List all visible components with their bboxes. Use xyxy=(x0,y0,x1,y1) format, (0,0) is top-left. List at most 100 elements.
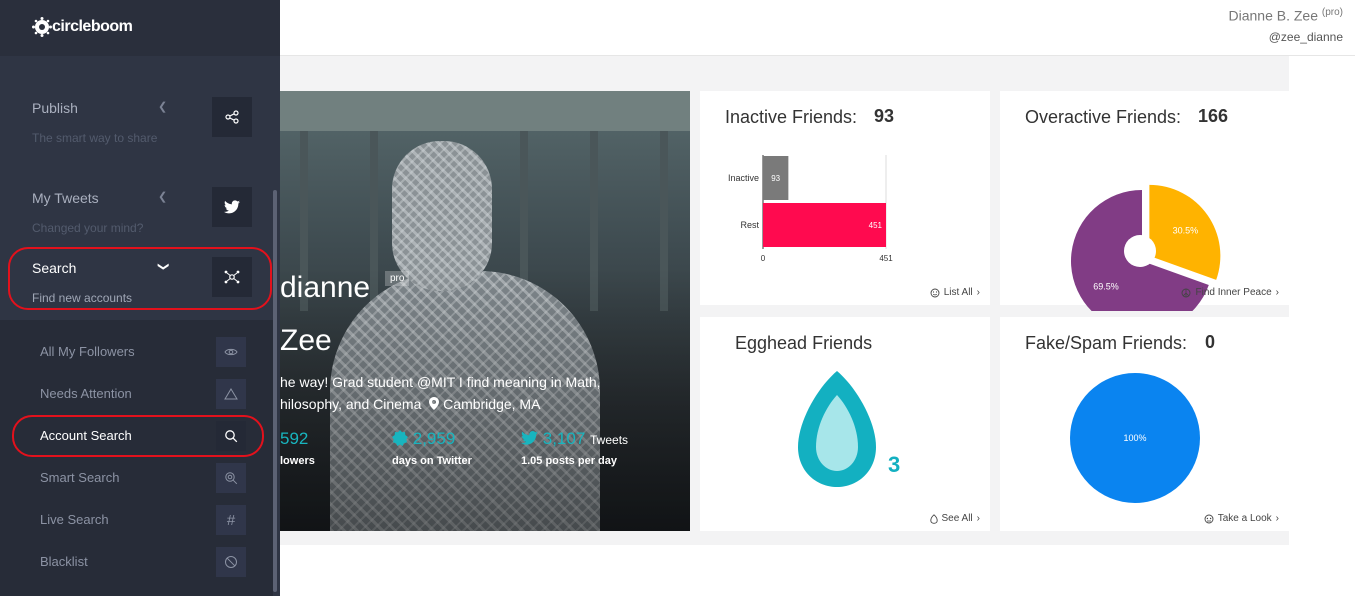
submenu-item-live-search[interactable]: Live Search # xyxy=(0,503,272,537)
submenu-label: Live Search xyxy=(40,512,109,527)
see-all-link[interactable]: See All › xyxy=(929,513,980,524)
egghead-count: 3 xyxy=(888,452,901,477)
submenu-label: Smart Search xyxy=(40,470,120,485)
location-pin-icon xyxy=(429,397,440,410)
profile-card: dianne pro Zee he way! Grad student @MIT… xyxy=(280,91,690,531)
logo-text: circleboom xyxy=(52,18,133,35)
link-label: List All xyxy=(943,287,973,298)
link-label: See All xyxy=(941,513,973,524)
network-icon-button[interactable] xyxy=(212,257,252,297)
card-title: Egghead Friends xyxy=(735,333,873,353)
take-a-look-link[interactable]: Take a Look › xyxy=(1204,513,1279,524)
fake-spam-friends-card: Fake/Spam Friends: 0 100% Take a Look › xyxy=(1000,317,1289,531)
warning-icon xyxy=(216,379,246,409)
submenu-label: Account Search xyxy=(40,428,132,443)
days-count: 2,959 xyxy=(412,429,456,448)
submenu-item-blacklist[interactable]: Blacklist xyxy=(0,545,272,579)
slice-label: 69.5% xyxy=(1093,281,1119,291)
bio-line: hilosophy, and Cinema Cambridge, MA xyxy=(280,393,640,415)
user-name[interactable]: Dianne B. Zee (pro) xyxy=(1228,7,1343,24)
submenu-item-needs-attention[interactable]: Needs Attention xyxy=(0,377,272,411)
category-label: Rest xyxy=(740,220,759,230)
days-label: days on Twitter xyxy=(392,455,472,467)
tweets-count: 3,107 xyxy=(542,429,586,448)
menu-section-publish[interactable]: Publish ❮ The smart way to share xyxy=(0,97,272,170)
chevron-left-icon: ❮ xyxy=(158,191,168,203)
followers-label: lowers xyxy=(280,455,315,467)
smart-search-icon xyxy=(216,463,246,493)
share-icon-button[interactable] xyxy=(212,97,252,137)
eye-icon xyxy=(216,337,246,367)
profile-bio: he way! Grad student @MIT I find meaning… xyxy=(280,371,640,415)
bio-line: he way! Grad student @MIT I find meaning… xyxy=(280,374,601,390)
card-title: Overactive Friends: xyxy=(1025,107,1182,127)
block-icon xyxy=(216,547,246,577)
bar-rest xyxy=(763,203,886,247)
sidebar: circleboom Publish ❮ The smart way to sh… xyxy=(0,0,280,596)
slice-label: 30.5% xyxy=(1173,226,1199,236)
tweets-word: Tweets xyxy=(590,433,629,447)
chevron-down-icon: ❮ xyxy=(157,261,170,272)
link-label: Take a Look xyxy=(1217,513,1272,524)
content-bottom-panel xyxy=(280,545,1289,596)
twitter-bird-icon xyxy=(521,431,538,445)
donut-hole xyxy=(1124,235,1156,267)
twitter-bird-icon xyxy=(224,200,240,214)
submenu-label: Needs Attention xyxy=(40,386,132,401)
egghead-friends-card: Egghead Friends 3 See All › xyxy=(700,317,990,531)
spam-icon xyxy=(1204,514,1214,523)
data-label: 93 xyxy=(771,174,780,183)
badge-icon xyxy=(392,430,408,446)
tweets-rate-label: 1.05 posts per day xyxy=(521,455,617,467)
card-title: Fake/Spam Friends: xyxy=(1025,333,1188,353)
user-pro-tag: (pro) xyxy=(1321,7,1343,18)
circleboom-logo-icon xyxy=(32,17,52,37)
smiley-icon xyxy=(930,288,940,297)
menu-section-my-tweets[interactable]: My Tweets ❮ Changed your mind? xyxy=(0,187,272,260)
slice-label: 100% xyxy=(1123,433,1146,443)
profile-last-name: Zee xyxy=(280,324,332,357)
followers-count: 592 xyxy=(280,429,309,448)
bio-text: hilosophy, and Cinema xyxy=(280,396,422,412)
logo-bar[interactable]: circleboom xyxy=(0,0,280,56)
submenu-item-all-my-followers[interactable]: All My Followers xyxy=(0,335,272,369)
peace-icon xyxy=(1182,288,1191,297)
user-handle: @zee_dianne xyxy=(1268,30,1343,44)
submenu-item-account-search[interactable]: Account Search xyxy=(0,419,272,453)
days-on-twitter-stat: 2,959 xyxy=(392,429,455,449)
menu-subtitle-my-tweets: Changed your mind? xyxy=(32,221,144,235)
menu-title-search: Search xyxy=(32,260,77,276)
profile-location: Cambridge, MA xyxy=(443,396,541,412)
tick-label: 451 xyxy=(879,254,893,263)
chevron-right-icon: › xyxy=(1275,513,1279,524)
egg-icon xyxy=(929,513,938,524)
find-inner-peace-link[interactable]: Find Inner Peace › xyxy=(1181,287,1279,298)
tick-label: 0 xyxy=(761,254,766,263)
chevron-right-icon: › xyxy=(976,513,980,524)
fake-spam-count: 0 xyxy=(1205,332,1216,352)
search-icon xyxy=(216,421,246,451)
menu-subtitle-search: Find new accounts xyxy=(32,291,133,305)
list-all-link[interactable]: List All › xyxy=(930,287,980,298)
overactive-friends-card: Overactive Friends: 166 30.5% 69.5% Find … xyxy=(1000,91,1289,311)
inactive-count: 93 xyxy=(874,106,895,126)
network-icon xyxy=(224,270,240,284)
card-title: Inactive Friends: xyxy=(725,107,858,127)
image-overlay xyxy=(280,91,690,531)
submenu-label: All My Followers xyxy=(40,344,135,359)
inactive-friends-card: Inactive Friends: 93 Inactive 93 Rest 451 0 4… xyxy=(700,91,990,305)
share-icon xyxy=(225,110,239,124)
submenu-item-smart-search[interactable]: Smart Search xyxy=(0,461,272,495)
tweets-stat: 3,107 Tweets xyxy=(521,429,628,449)
data-label: 451 xyxy=(869,221,883,230)
menu-subtitle-publish: The smart way to share xyxy=(32,131,158,145)
egghead-egg-icon xyxy=(798,371,876,487)
sidebar-scrollbar[interactable] xyxy=(273,190,277,592)
chevron-left-icon: ❮ xyxy=(158,101,168,113)
user-name-text: Dianne B. Zee xyxy=(1228,7,1318,24)
chevron-right-icon: › xyxy=(976,287,980,298)
twitter-icon-button[interactable] xyxy=(212,187,252,227)
overactive-count: 166 xyxy=(1198,106,1229,126)
submenu-label: Blacklist xyxy=(40,554,88,569)
pro-badge: pro xyxy=(385,271,410,286)
